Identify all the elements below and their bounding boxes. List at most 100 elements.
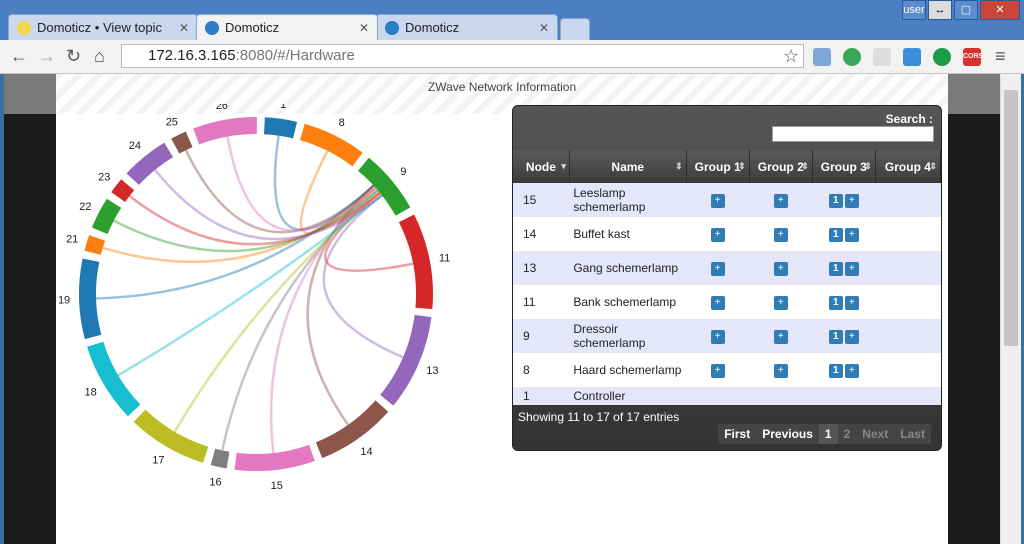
col-node[interactable]: Node ▾: [513, 150, 570, 183]
profile-button[interactable]: user: [902, 0, 926, 20]
forward-icon[interactable]: →: [38, 46, 56, 67]
table-row[interactable]: 15 Leeslamp schemerlamp + +1 +: [513, 183, 941, 217]
table-row[interactable]: 13 Gang schemerlamp + +1 +: [513, 251, 941, 285]
table-row[interactable]: 14 Buffet kast + +1 +: [513, 217, 941, 251]
node-arc: [193, 117, 257, 145]
add-group-button[interactable]: +: [773, 296, 788, 310]
group1-cell: +: [686, 353, 750, 387]
browser-toolbar: ← → ↻ ⌂ 172.16.3.165:8080/#/Hardware ☆ C…: [0, 40, 1024, 74]
close-window-button[interactable]: ✕: [980, 0, 1020, 20]
home-icon[interactable]: ⌂: [94, 46, 105, 67]
table-footer: Showing 11 to 17 of 17 entries First Pre…: [513, 402, 941, 450]
col-name[interactable]: Name ⇕: [569, 150, 687, 183]
cors-icon[interactable]: CORS: [963, 48, 983, 66]
page-scrollbar[interactable]: [1000, 74, 1021, 544]
add-group-button[interactable]: +: [773, 228, 788, 242]
address-bar[interactable]: 172.16.3.165:8080/#/Hardware: [121, 44, 804, 68]
page-1-button[interactable]: 1: [818, 424, 838, 444]
add-group-button[interactable]: +: [844, 330, 859, 344]
node-arc: [111, 179, 135, 202]
add-group-button[interactable]: +: [710, 296, 725, 310]
mail-icon[interactable]: [813, 48, 831, 66]
pagination: First Previous 1 2 Next Last: [718, 424, 931, 444]
k-icon[interactable]: [933, 48, 951, 66]
page-first-button[interactable]: First: [718, 424, 756, 444]
page-next-button[interactable]: Next: [856, 424, 894, 444]
zwave-chord-diagram: 1891113141516171819212223242526: [58, 104, 450, 492]
node-arc-label: 21: [66, 234, 78, 246]
node-id: 8: [513, 353, 570, 387]
lightbulb-icon: [17, 20, 31, 35]
page-last-button[interactable]: Last: [894, 424, 931, 444]
group2-cell: +: [749, 183, 813, 217]
tab-domoticz[interactable]: Domoticz ✕: [376, 14, 558, 40]
page-2-button[interactable]: 2: [838, 424, 857, 444]
maximize-button[interactable]: ▢: [954, 0, 978, 20]
node-arc-label: 8: [339, 117, 345, 129]
add-group-button[interactable]: +: [844, 194, 859, 208]
menu-icon[interactable]: ≡: [995, 46, 1006, 67]
add-group-button[interactable]: +: [710, 228, 725, 242]
node-name: Leeslamp schemerlamp: [569, 183, 687, 217]
add-group-button[interactable]: +: [844, 364, 859, 378]
group-member-badge[interactable]: 1: [828, 262, 843, 276]
node-table-panel: Search : Node ▾ Name ⇕ Group 1 ⇕ Group 2 ⇕ G…: [512, 105, 942, 451]
bookmark-star-icon[interactable]: ☆: [783, 46, 799, 67]
col-group1[interactable]: Group 1 ⇕: [686, 150, 750, 183]
close-tab-icon[interactable]: ✕: [539, 21, 549, 35]
group2-cell: +: [749, 353, 813, 387]
add-group-button[interactable]: +: [710, 194, 725, 208]
node-arc: [234, 444, 315, 472]
group-member-badge[interactable]: 1: [828, 296, 843, 310]
node-arc-label: 14: [360, 446, 372, 458]
restore-arrows-button[interactable]: ↔: [928, 0, 952, 20]
add-group-button[interactable]: +: [710, 262, 725, 276]
col-group2[interactable]: Group 2 ⇕: [749, 150, 813, 183]
group-member-badge[interactable]: 1: [828, 194, 843, 208]
table-row[interactable]: 9 Dressoir schemerlamp + +1 +: [513, 319, 941, 353]
node-arc-label: 18: [84, 386, 96, 398]
hangouts-icon[interactable]: [843, 48, 861, 66]
add-group-button[interactable]: +: [773, 194, 788, 208]
add-group-button[interactable]: +: [773, 364, 788, 378]
add-group-button[interactable]: +: [773, 330, 788, 344]
add-group-button[interactable]: +: [710, 364, 725, 378]
col-group3[interactable]: Group 3 ⇕: [812, 150, 876, 183]
group-member-badge[interactable]: 1: [828, 330, 843, 344]
node-id: 11: [513, 285, 570, 319]
group2-cell: +: [749, 217, 813, 251]
download-icon[interactable]: [903, 48, 921, 66]
page-previous-button[interactable]: Previous: [756, 424, 819, 444]
group4-cell: [875, 251, 941, 285]
grid-icon[interactable]: [873, 48, 891, 66]
node-arc-label: 22: [79, 201, 91, 213]
close-tab-icon[interactable]: ✕: [359, 21, 369, 35]
tab-view-topic[interactable]: Domoticz • View topic ✕: [8, 14, 198, 40]
domoticz-icon: [205, 20, 219, 35]
node-arc-label: 17: [152, 454, 164, 466]
col-group4[interactable]: Group 4 ⇕: [875, 150, 941, 183]
search-input[interactable]: [772, 126, 934, 142]
new-tab-button[interactable]: [560, 18, 590, 40]
node-arc: [91, 198, 122, 235]
add-group-button[interactable]: +: [773, 262, 788, 276]
tab-label: Domoticz: [405, 20, 460, 35]
group3-cell: 1 +: [812, 285, 876, 319]
tab-domoticz-active[interactable]: Domoticz ✕: [196, 14, 378, 40]
table-row[interactable]: 11 Bank schemerlamp + +1 +: [513, 285, 941, 319]
scrollbar-thumb[interactable]: [1004, 90, 1018, 346]
back-icon[interactable]: ←: [10, 46, 28, 67]
group-member-badge[interactable]: 1: [828, 228, 843, 242]
add-group-button[interactable]: +: [844, 262, 859, 276]
group-member-badge[interactable]: 1: [828, 364, 843, 378]
group3-cell: 1 +: [812, 217, 876, 251]
node-arc: [315, 400, 389, 459]
group3-cell: 1 +: [812, 251, 876, 285]
add-group-button[interactable]: +: [710, 330, 725, 344]
table-row[interactable]: 8 Haard schemerlamp + +1 +: [513, 353, 941, 387]
add-group-button[interactable]: +: [844, 228, 859, 242]
close-tab-icon[interactable]: ✕: [179, 21, 189, 35]
node-arc-label: 9: [400, 166, 406, 178]
reload-icon[interactable]: ↻: [66, 46, 81, 67]
add-group-button[interactable]: +: [844, 296, 859, 310]
